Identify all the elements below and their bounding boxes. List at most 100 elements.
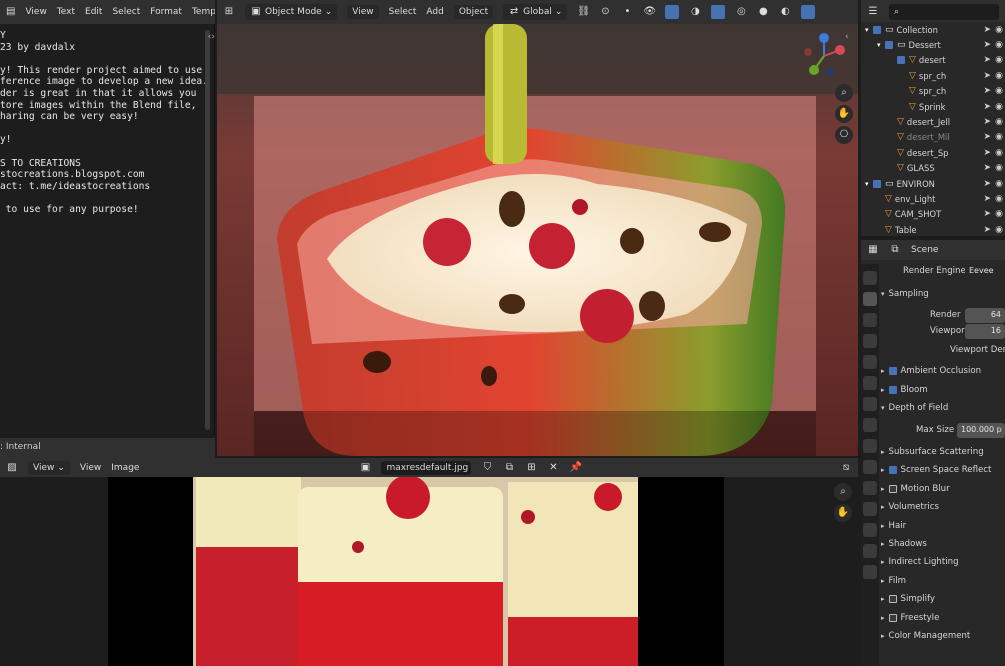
panel-checkbox[interactable] [888, 484, 897, 493]
text-content[interactable]: Y 23 by davdalx y! This render project ai… [0, 30, 205, 430]
close-icon[interactable]: ✕ [547, 462, 559, 474]
eye-icon[interactable]: ◉ [995, 40, 1003, 50]
select-arrow-icon[interactable]: ➤ [983, 179, 991, 189]
panel-checkbox[interactable] [888, 385, 897, 394]
render-engine-dropdown[interactable]: Eevee [965, 264, 1005, 279]
eye-icon[interactable]: ◉ [995, 132, 1003, 142]
sampling-panel[interactable]: ▾ Sampling [881, 285, 1005, 303]
panel-checkbox[interactable] [888, 595, 897, 604]
properties-tab-icon[interactable] [863, 292, 877, 306]
outliner[interactable]: ▾ ▭ Collection ➤ ◉ ▾ ▭ Dessert ➤ ◉ ▽ desert ➤ ◉ ▽ spr_c… [861, 22, 1005, 236]
properties-panel[interactable]: ▸ Film [881, 572, 1005, 590]
properties-panel[interactable]: ▸ Subsurface Scattering [881, 443, 1005, 461]
viewport-denoise-row[interactable]: Viewport Denc [881, 341, 1005, 359]
select-arrow-icon[interactable]: ➤ [983, 86, 991, 96]
outliner-row[interactable]: ▽ spr_ch ➤ ◉ [861, 68, 1005, 83]
new-image-icon[interactable]: ⊞ [525, 462, 537, 474]
overlay-icon[interactable]: ◑ [689, 6, 701, 18]
rendered-shading-icon[interactable] [801, 5, 816, 19]
eye-icon[interactable]: ◉ [995, 194, 1003, 204]
menu-templates[interactable]: Templates [192, 7, 215, 17]
properties-tab-icon[interactable] [863, 397, 877, 411]
properties-editor[interactable]: ▦ ⧉ Scene Render Engine Eevee ▾ Sampling… [861, 240, 1005, 666]
properties-panel[interactable]: ▸ Indirect Lighting [881, 553, 1005, 571]
wireframe-shading-icon[interactable]: ◎ [735, 6, 747, 18]
properties-panel[interactable]: ▸ Hair [881, 517, 1005, 535]
eye-icon[interactable]: ◉ [995, 86, 1003, 96]
editor-type-icon[interactable]: ▤ [6, 6, 15, 18]
editor-type-icon[interactable]: ▦ [867, 244, 879, 256]
select-arrow-icon[interactable]: ➤ [983, 225, 991, 235]
properties-tab-icon[interactable] [863, 334, 877, 348]
menu-text[interactable]: Text [57, 7, 75, 17]
editor-type-icon[interactable]: ▨ [6, 462, 18, 474]
link-icon[interactable]: ⛓ [577, 6, 590, 18]
properties-panel[interactable]: ▸ Shadows [881, 535, 1005, 553]
display-channels-icon[interactable]: ⧅ [840, 462, 852, 474]
properties-tab-icon[interactable] [863, 481, 877, 495]
properties-tab-icon[interactable] [863, 439, 877, 453]
exclude-checkbox[interactable] [873, 25, 881, 34]
sidebar-toggle-icon[interactable]: ‹ [845, 32, 849, 42]
image-name-field[interactable]: maxresdefault.jpg [381, 460, 472, 475]
eye-icon[interactable]: ◉ [995, 117, 1003, 127]
select-arrow-icon[interactable]: ➤ [983, 132, 991, 142]
eye-icon[interactable]: ◉ [995, 225, 1003, 235]
outliner-row[interactable]: ▾ ▭ Collection ➤ ◉ [861, 22, 1005, 37]
properties-tab-icon[interactable] [863, 544, 877, 558]
eye-icon[interactable]: ◉ [995, 25, 1003, 35]
properties-panel[interactable]: ▸ Screen Space Reflect [881, 461, 1005, 479]
chevron-down-icon[interactable]: ▾ [865, 180, 873, 188]
image-editor-canvas[interactable]: ⌕ ✋ [0, 477, 858, 666]
outliner-row[interactable]: ▽ desert ➤ ◉ [861, 53, 1005, 68]
pan-hand-icon[interactable]: ✋ [835, 105, 853, 123]
properties-panel[interactable]: ▸ Freestyle [881, 609, 1005, 627]
properties-tab-icon[interactable] [863, 376, 877, 390]
orientation-dropdown[interactable]: ⇄ Global ⌄ [503, 4, 568, 20]
viewport-samples-field[interactable]: 16 [965, 324, 1005, 339]
select-arrow-icon[interactable]: ➤ [983, 55, 991, 65]
properties-tab-icon[interactable] [863, 313, 877, 327]
navigation-gizmo[interactable] [800, 30, 848, 78]
eye-icon[interactable]: ◉ [995, 209, 1003, 219]
select-arrow-icon[interactable]: ➤ [983, 209, 991, 219]
material-shading-icon[interactable]: ◐ [779, 6, 791, 18]
properties-panel[interactable]: ▸ Motion Blur [881, 480, 1005, 498]
select-arrow-icon[interactable]: ➤ [983, 40, 991, 50]
properties-tab-icon[interactable] [863, 418, 877, 432]
text-editor[interactable]: Y 23 by davdalx y! This render project ai… [0, 24, 215, 436]
menu-edit[interactable]: Edit [85, 7, 102, 17]
properties-tab-icon[interactable] [863, 565, 877, 579]
menu-format[interactable]: Format [150, 7, 182, 17]
exclude-checkbox[interactable] [873, 179, 881, 188]
menu-object[interactable]: Object [453, 5, 494, 19]
outliner-search-input[interactable]: ⌕ [889, 4, 999, 20]
collapse-arrow-icon[interactable]: ‹› [208, 32, 215, 42]
eye-icon[interactable]: ◉ [995, 148, 1003, 158]
mode-dropdown[interactable]: ▣ Object Mode ⌄ [245, 4, 338, 20]
zoom-icon[interactable]: ⌕ [834, 483, 852, 501]
properties-panel[interactable]: ▸ Color Management [881, 627, 1005, 645]
exclude-checkbox[interactable] [885, 41, 893, 50]
max-size-field[interactable]: 100.000 p [957, 423, 1005, 438]
properties-panel[interactable]: ▸ Volumetrics [881, 498, 1005, 516]
menu-select[interactable]: Select [112, 7, 140, 17]
select-arrow-icon[interactable]: ➤ [983, 148, 991, 158]
menu-image[interactable]: Image [111, 463, 139, 473]
properties-panel[interactable]: ▸ Bloom [881, 381, 1005, 399]
pin-icon[interactable]: 📌 [569, 462, 581, 474]
view-mode-dropdown[interactable]: View ⌄ [28, 460, 70, 475]
outliner-row[interactable]: ▽ GLASS ➤ ◉ [861, 161, 1005, 176]
eye-icon[interactable]: ◉ [995, 55, 1003, 65]
image-browse-icon[interactable]: ▣ [359, 462, 371, 474]
outliner-row[interactable]: ▾ ▭ ENVIRON ➤ ◉ [861, 176, 1005, 191]
pan-hand-icon[interactable]: ✋ [834, 504, 852, 522]
duplicate-icon[interactable]: ⧉ [503, 462, 515, 474]
eye-icon[interactable]: ◉ [995, 102, 1003, 112]
properties-tab-icon[interactable] [863, 271, 877, 285]
text-scrollbar[interactable] [205, 30, 210, 430]
menu-add[interactable]: Add [426, 7, 443, 17]
panel-checkbox[interactable] [888, 613, 897, 622]
editor-type-icon[interactable]: ☰ [867, 6, 879, 18]
panel-checkbox[interactable] [888, 466, 897, 475]
